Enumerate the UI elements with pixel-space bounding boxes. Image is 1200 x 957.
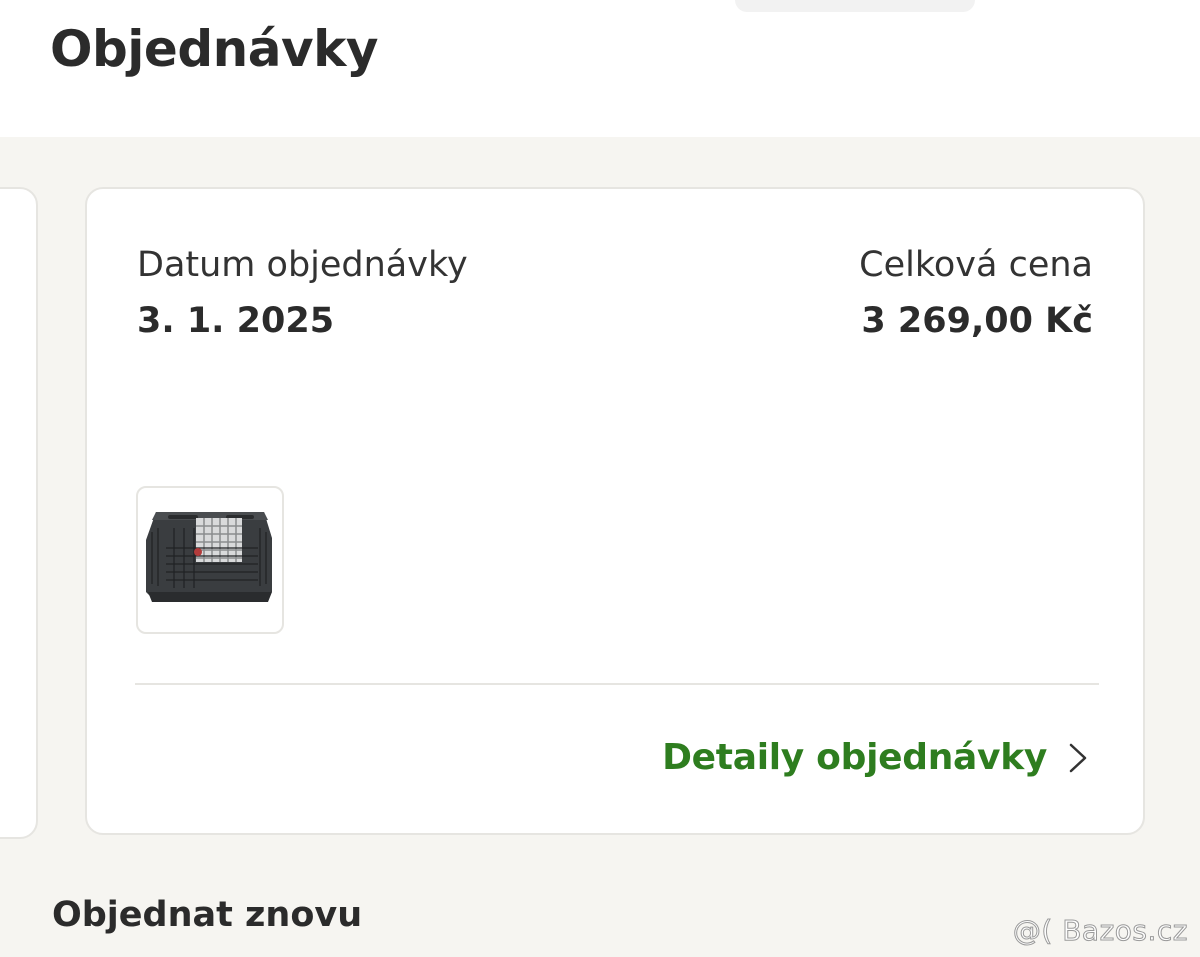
chevron-right-icon (1065, 742, 1091, 774)
dog-carrier-crate-image (146, 512, 272, 602)
orders-content: Datum objednávky 3. 1. 2025 Celková cena… (0, 137, 1200, 957)
reorder-title: Objednat znovu (52, 895, 363, 935)
total-price-label: Celková cena (859, 245, 1093, 285)
previous-order-card[interactable] (0, 187, 38, 839)
total-price-value: 3 269,00 Kč (861, 301, 1093, 341)
watermark: @( Bazos.cz (1012, 914, 1188, 948)
page-header: Objednávky (0, 0, 1200, 137)
card-divider (135, 683, 1099, 685)
product-thumbnail[interactable] (136, 486, 284, 634)
order-date-value: 3. 1. 2025 (137, 301, 335, 341)
order-card[interactable]: Datum objednávky 3. 1. 2025 Celková cena… (85, 187, 1145, 835)
order-date-label: Datum objednávky (137, 245, 468, 285)
status-pill (735, 0, 975, 12)
page-title: Objednávky (50, 20, 378, 78)
order-details-label: Detaily objednávky (662, 737, 1047, 778)
order-details-link[interactable]: Detaily objednávky (662, 737, 1091, 778)
